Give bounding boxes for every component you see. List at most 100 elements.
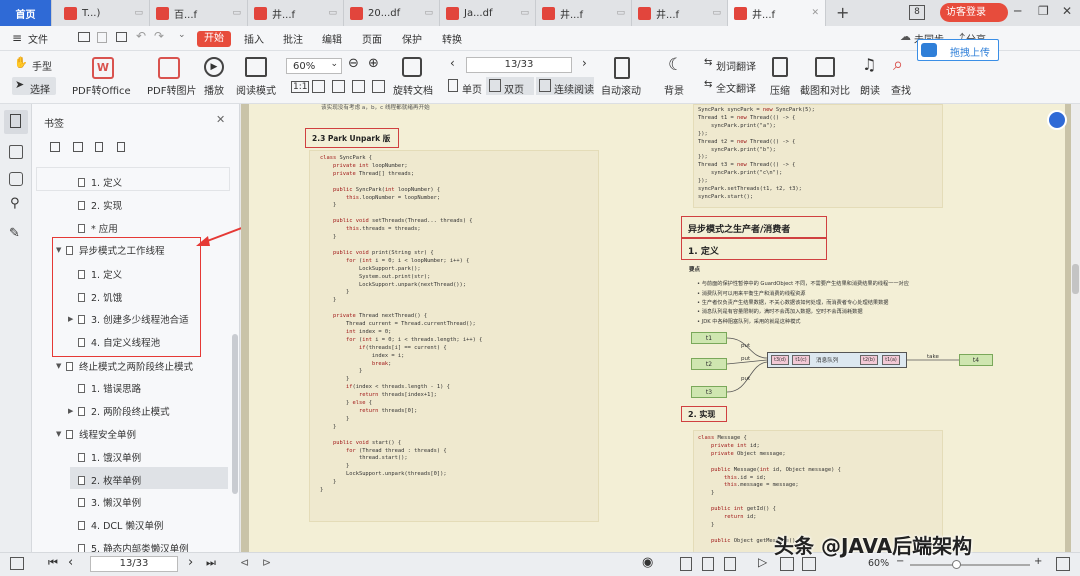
tab-doc-7[interactable]: 井...f ▭: [632, 0, 728, 26]
zoom-in-icon[interactable]: ⊕: [368, 56, 379, 71]
collapse-all-icon[interactable]: [73, 142, 83, 152]
zoom-select[interactable]: 60% ⌄: [286, 58, 342, 74]
collapsed-icon[interactable]: ▶: [68, 407, 78, 415]
expand-icon[interactable]: ▼: [56, 362, 66, 370]
tab-doc-3[interactable]: 井...f ▭: [248, 0, 344, 26]
close-icon[interactable]: ▭: [616, 8, 625, 18]
undo-icon[interactable]: ↶: [136, 29, 146, 43]
fullscreen-icon[interactable]: [802, 557, 816, 571]
prev-page-icon[interactable]: ‹: [450, 56, 455, 70]
scroll-thumb[interactable]: [1072, 264, 1079, 294]
close-icon[interactable]: ▭: [712, 8, 721, 18]
tab-home[interactable]: 首页: [0, 0, 52, 26]
thumbnail-icon[interactable]: [9, 145, 23, 159]
translate-full-button[interactable]: 全文翻译: [716, 80, 756, 95]
rotate-left-icon[interactable]: [372, 80, 385, 93]
read-mode-button[interactable]: 阅读模式: [236, 82, 276, 97]
next-page-icon[interactable]: ›: [188, 555, 193, 570]
menu-icon[interactable]: ≡: [12, 31, 22, 45]
minimize-icon[interactable]: ─: [1014, 4, 1021, 18]
tab-count-badge[interactable]: 8: [909, 5, 925, 20]
translate-word-button[interactable]: 划词翻译: [716, 58, 756, 73]
continuous-view-icon[interactable]: [724, 557, 736, 571]
zoom-out-icon[interactable]: ⊖: [348, 56, 359, 71]
close-icon[interactable]: ▭: [328, 8, 337, 18]
panel-scrollbar[interactable]: [232, 334, 238, 494]
rotate-doc-button[interactable]: 旋转文档: [393, 82, 433, 97]
tab-doc-active[interactable]: 井...f ✕: [728, 0, 826, 26]
bookmark-item[interactable]: 1. 错误思路: [78, 381, 141, 395]
bookmark-item[interactable]: ▼ 终止模式之两阶段终止模式: [56, 359, 193, 373]
maximize-icon[interactable]: ❐: [1038, 4, 1049, 18]
status-page-input[interactable]: 13/33: [90, 556, 178, 572]
bookmark-outline-icon[interactable]: [117, 142, 125, 152]
bookmark-item-selected[interactable]: 2. 枚举单例: [78, 473, 141, 487]
screenshot-button[interactable]: 截图和对比: [800, 82, 850, 97]
zoom-in-icon[interactable]: +: [1034, 556, 1042, 567]
tab-doc-6[interactable]: 井...f ▭: [536, 0, 632, 26]
double-page-button[interactable]: 双页: [486, 77, 534, 96]
fit-page-icon[interactable]: [312, 80, 325, 93]
compress-button[interactable]: 压缩: [770, 82, 790, 97]
background-button[interactable]: 背景: [664, 82, 684, 97]
close-icon[interactable]: ▭: [134, 8, 143, 18]
menu-file[interactable]: 文件: [28, 31, 48, 46]
close-icon[interactable]: ▭: [232, 8, 241, 18]
add-bookmark-icon[interactable]: [95, 142, 103, 152]
back-icon[interactable]: ⊲: [240, 556, 249, 569]
fit-window-icon[interactable]: [1056, 557, 1070, 571]
bookmark-item[interactable]: ▼ 线程安全单例: [56, 427, 136, 441]
new-tab-icon[interactable]: +: [836, 3, 849, 22]
close-icon[interactable]: ✕: [811, 8, 819, 18]
read-aloud-button[interactable]: 朗读: [860, 82, 880, 97]
bookmark-item[interactable]: 3. 懒汉单例: [78, 495, 141, 509]
print-icon[interactable]: [116, 32, 127, 42]
floating-tool-icon[interactable]: [1047, 110, 1067, 130]
pdf-to-office-button[interactable]: PDF转Office: [72, 82, 131, 97]
bookmark-item[interactable]: 1. 饿汉单例: [78, 450, 141, 464]
tab-doc-2[interactable]: 百...f ▭: [150, 0, 248, 26]
signature-icon[interactable]: ✎: [9, 226, 20, 241]
play-button[interactable]: 播放: [204, 82, 224, 97]
menu-edit[interactable]: 编辑: [322, 31, 342, 46]
tab-doc-1[interactable]: T...) ▭: [58, 0, 150, 26]
zoom-slider[interactable]: [910, 560, 1030, 569]
login-button[interactable]: 访客登录: [940, 3, 1008, 22]
menu-page[interactable]: 页面: [362, 31, 382, 46]
redo-icon[interactable]: ↷: [154, 29, 164, 43]
double-page-view-icon[interactable]: [702, 557, 714, 571]
tab-doc-5[interactable]: Ja...df ▭: [440, 0, 536, 26]
eye-icon[interactable]: ◉: [642, 555, 653, 570]
close-icon[interactable]: ▭: [424, 8, 433, 18]
bookmark-item[interactable]: * 应用: [78, 221, 118, 235]
actual-size-icon[interactable]: 1:1: [291, 81, 310, 93]
zoom-slider-thumb[interactable]: [952, 560, 961, 569]
first-page-icon[interactable]: ⏮: [48, 556, 58, 570]
menu-protect[interactable]: 保护: [402, 31, 422, 46]
zoom-value[interactable]: 60%: [868, 558, 889, 569]
continuous-button[interactable]: 连续阅读: [536, 77, 594, 96]
pdf-to-image-button[interactable]: PDF转图片: [147, 82, 196, 97]
last-page-icon[interactable]: ⏭: [206, 556, 216, 570]
sidebar-toggle-icon[interactable]: [10, 557, 24, 570]
menu-start[interactable]: 开始: [197, 31, 231, 47]
page-input[interactable]: 13/33: [466, 57, 572, 73]
next-page-icon[interactable]: ›: [582, 56, 587, 70]
save-icon[interactable]: [97, 32, 107, 43]
bookmark-rail-button[interactable]: [4, 110, 28, 134]
bookmark-item[interactable]: 2. 实现: [78, 198, 122, 212]
chevron-down-icon[interactable]: ⌄: [178, 30, 186, 40]
single-page-view-icon[interactable]: [680, 557, 692, 571]
forward-icon[interactable]: ⊳: [262, 556, 271, 569]
bookmark-item[interactable]: 1. 定义: [78, 175, 122, 189]
bookmark-item[interactable]: ▶ 2. 两阶段终止模式: [68, 404, 170, 418]
bookmark-item[interactable]: 4. DCL 懒汉单例: [78, 518, 163, 532]
tab-doc-4[interactable]: 20...df ▭: [344, 0, 440, 26]
play-icon[interactable]: ▷: [758, 555, 767, 569]
expand-icon[interactable]: ▼: [56, 430, 66, 438]
prev-page-icon[interactable]: ‹: [68, 555, 73, 570]
menu-insert[interactable]: 插入: [244, 31, 264, 46]
single-page-button[interactable]: 单页: [462, 81, 482, 96]
upload-button[interactable]: 拖拽上传: [917, 39, 999, 61]
close-icon[interactable]: ▭: [520, 8, 529, 18]
